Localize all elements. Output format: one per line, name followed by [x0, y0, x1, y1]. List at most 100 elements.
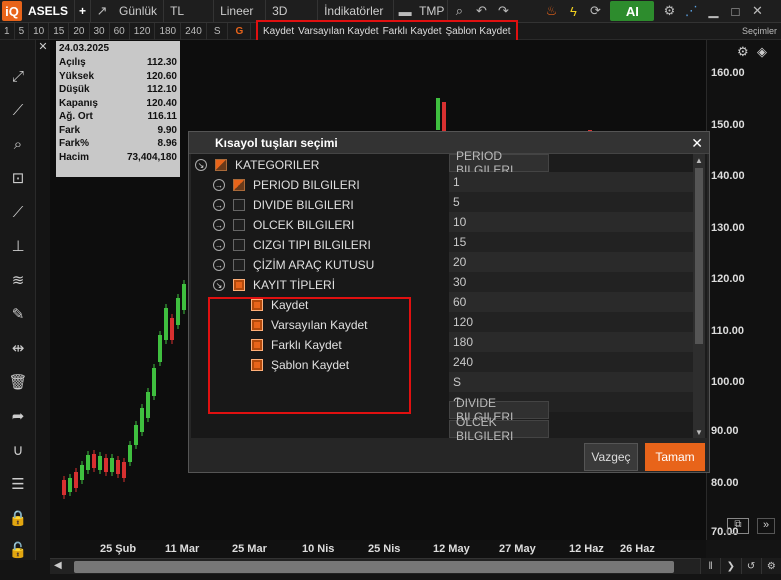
fibonacci-tool-icon[interactable]: ≋ — [6, 270, 30, 290]
pen-tool-icon[interactable]: ✎ — [6, 304, 30, 324]
selections-label[interactable]: Seçimler — [742, 26, 777, 36]
tree-item-period[interactable]: → PERIOD BILGILERI — [213, 176, 360, 194]
layers-icon[interactable]: ◈ — [757, 44, 767, 60]
x-tick: 25 Şub — [100, 543, 137, 555]
ai-button[interactable]: AI — [610, 1, 655, 21]
chart-scrollbar[interactable]: ◀ — [50, 558, 700, 574]
checkbox[interactable] — [233, 279, 245, 291]
checkbox[interactable] — [233, 259, 245, 271]
expand-icon[interactable]: → — [213, 179, 225, 191]
period-20[interactable]: 20 — [69, 22, 90, 40]
period-5[interactable]: 5 — [15, 22, 30, 40]
trend-tool-icon[interactable]: ⟋ — [6, 100, 30, 120]
ok-button[interactable]: Tamam — [645, 443, 705, 471]
save-as-button[interactable]: Farklı Kaydet — [381, 26, 444, 37]
channel-tool-icon[interactable]: ⊥ — [6, 236, 30, 256]
align-tool-icon[interactable]: ☰ — [6, 474, 30, 494]
period-60[interactable]: 60 — [110, 22, 130, 40]
next-icon[interactable]: » — [757, 518, 775, 534]
period-selector[interactable]: Günlük — [113, 0, 165, 23]
list-item[interactable]: 1 — [449, 172, 693, 192]
period-s[interactable]: S — [207, 22, 229, 40]
list-item[interactable]: 5 — [449, 192, 693, 212]
gear-small-icon[interactable]: ⚙ — [760, 558, 781, 574]
lock-icon[interactable]: 🔒 — [6, 508, 30, 528]
unlock-icon[interactable]: 🔓 — [6, 540, 30, 560]
line-tool-icon[interactable]: ⟋ — [6, 202, 30, 222]
settings-icon[interactable]: ⚙ — [737, 44, 749, 60]
share-icon[interactable]: ⋰ — [680, 0, 702, 23]
save-template-button[interactable]: Şablon Kaydet — [443, 26, 512, 37]
reset-icon[interactable]: ↺ — [740, 558, 761, 574]
forward-icon[interactable]: ❯ — [720, 558, 741, 574]
period-1[interactable]: 1 — [0, 22, 15, 40]
checkbox[interactable] — [233, 219, 245, 231]
crop-icon[interactable]: ⊡ — [6, 168, 30, 188]
list-scroll-thumb[interactable] — [695, 168, 703, 344]
external-link-icon[interactable]: ↗ — [91, 0, 113, 23]
tree-item-cizgi[interactable]: → CIZGI TIPI BILGILERI — [213, 236, 371, 254]
period-240[interactable]: 240 — [181, 22, 207, 40]
tree-item-kayit[interactable]: ↘ KAYIT TİPLERİ — [213, 276, 335, 294]
checkbox[interactable] — [233, 239, 245, 251]
minimize-icon[interactable]: ▁ — [702, 0, 724, 23]
pause-icon[interactable]: ‖ — [700, 558, 721, 574]
period-g[interactable]: G — [228, 22, 252, 40]
dialog-close-icon[interactable]: ✕ — [691, 135, 703, 152]
list-scrollbar[interactable]: ▲ ▼ — [693, 154, 705, 438]
candle-body — [86, 455, 90, 470]
tree-item-cizim[interactable]: → ÇİZİM ARAÇ KUTUSU — [213, 256, 374, 274]
list-item[interactable]: 180 — [449, 332, 693, 352]
scroll-up-icon[interactable]: ▲ — [693, 154, 705, 166]
maximize-icon[interactable]: □ — [724, 0, 746, 23]
list-item[interactable]: S — [449, 372, 693, 392]
scroll-left-icon[interactable]: ◀ — [54, 560, 62, 571]
list-item[interactable]: 240 — [449, 352, 693, 372]
flame-icon[interactable]: ♨ — [540, 0, 562, 23]
checkbox[interactable] — [233, 179, 245, 191]
expand-icon[interactable]: → — [213, 199, 225, 211]
collapse-icon[interactable]: ↘ — [213, 279, 225, 291]
list-item[interactable]: 15 — [449, 232, 693, 252]
list-item[interactable]: 20 — [449, 252, 693, 272]
scroll-thumb[interactable] — [74, 561, 674, 573]
list-item[interactable]: 120 — [449, 312, 693, 332]
refresh-icon[interactable]: ⟳ — [584, 0, 606, 23]
trash-icon[interactable]: 🗑 — [6, 372, 30, 392]
expand-icon[interactable]: → — [213, 239, 225, 251]
expand-icon[interactable]: → — [213, 259, 225, 271]
collapse-icon[interactable]: ↘ — [195, 159, 207, 171]
list-item[interactable]: 30 — [449, 272, 693, 292]
lightning-icon[interactable]: ϟ — [562, 0, 584, 23]
currency-selector[interactable]: TL — [164, 0, 215, 23]
period-15[interactable]: 15 — [49, 22, 70, 40]
period-30[interactable]: 30 — [90, 22, 110, 40]
tree-item-divide[interactable]: → DIVIDE BILGILERI — [213, 196, 354, 214]
screen-icon[interactable]: ⧉ — [727, 518, 749, 534]
save-default-button[interactable]: Varsayılan Kaydet — [296, 26, 380, 37]
period-10[interactable]: 10 — [29, 22, 50, 40]
period-120[interactable]: 120 — [130, 22, 156, 40]
expand-icon[interactable]: ⤢ — [6, 66, 30, 86]
tree-item-kategoriler[interactable]: ↘ KATEGORILER — [195, 156, 319, 174]
magnet-icon[interactable]: ∪ — [6, 440, 30, 460]
add-symbol-button[interactable]: + — [75, 0, 92, 23]
arrow-tool-icon[interactable]: ➦ — [6, 406, 30, 426]
save-button[interactable]: Kaydet — [261, 26, 296, 37]
scroll-down-icon[interactable]: ▼ — [693, 426, 705, 438]
period-180[interactable]: 180 — [155, 22, 182, 40]
list-item[interactable]: 60 — [449, 292, 693, 312]
magnify-icon[interactable]: ⌕ — [6, 134, 30, 154]
checkbox[interactable] — [215, 159, 227, 171]
symbol-field[interactable]: ASELS — [22, 0, 76, 23]
close-info-icon[interactable]: ✕ — [36, 40, 50, 54]
close-icon[interactable]: ✕ — [746, 0, 768, 23]
cancel-button[interactable]: Vazgeç — [584, 443, 638, 471]
list-item[interactable]: 10 — [449, 212, 693, 232]
measure-tool-icon[interactable]: ⇹ — [6, 338, 30, 358]
checkbox[interactable] — [233, 199, 245, 211]
x-tick: 12 May — [433, 543, 470, 555]
expand-icon[interactable]: → — [213, 219, 225, 231]
tree-item-olcek[interactable]: → OLCEK BILGILERI — [213, 216, 354, 234]
gear-icon[interactable]: ⚙ — [658, 0, 680, 23]
